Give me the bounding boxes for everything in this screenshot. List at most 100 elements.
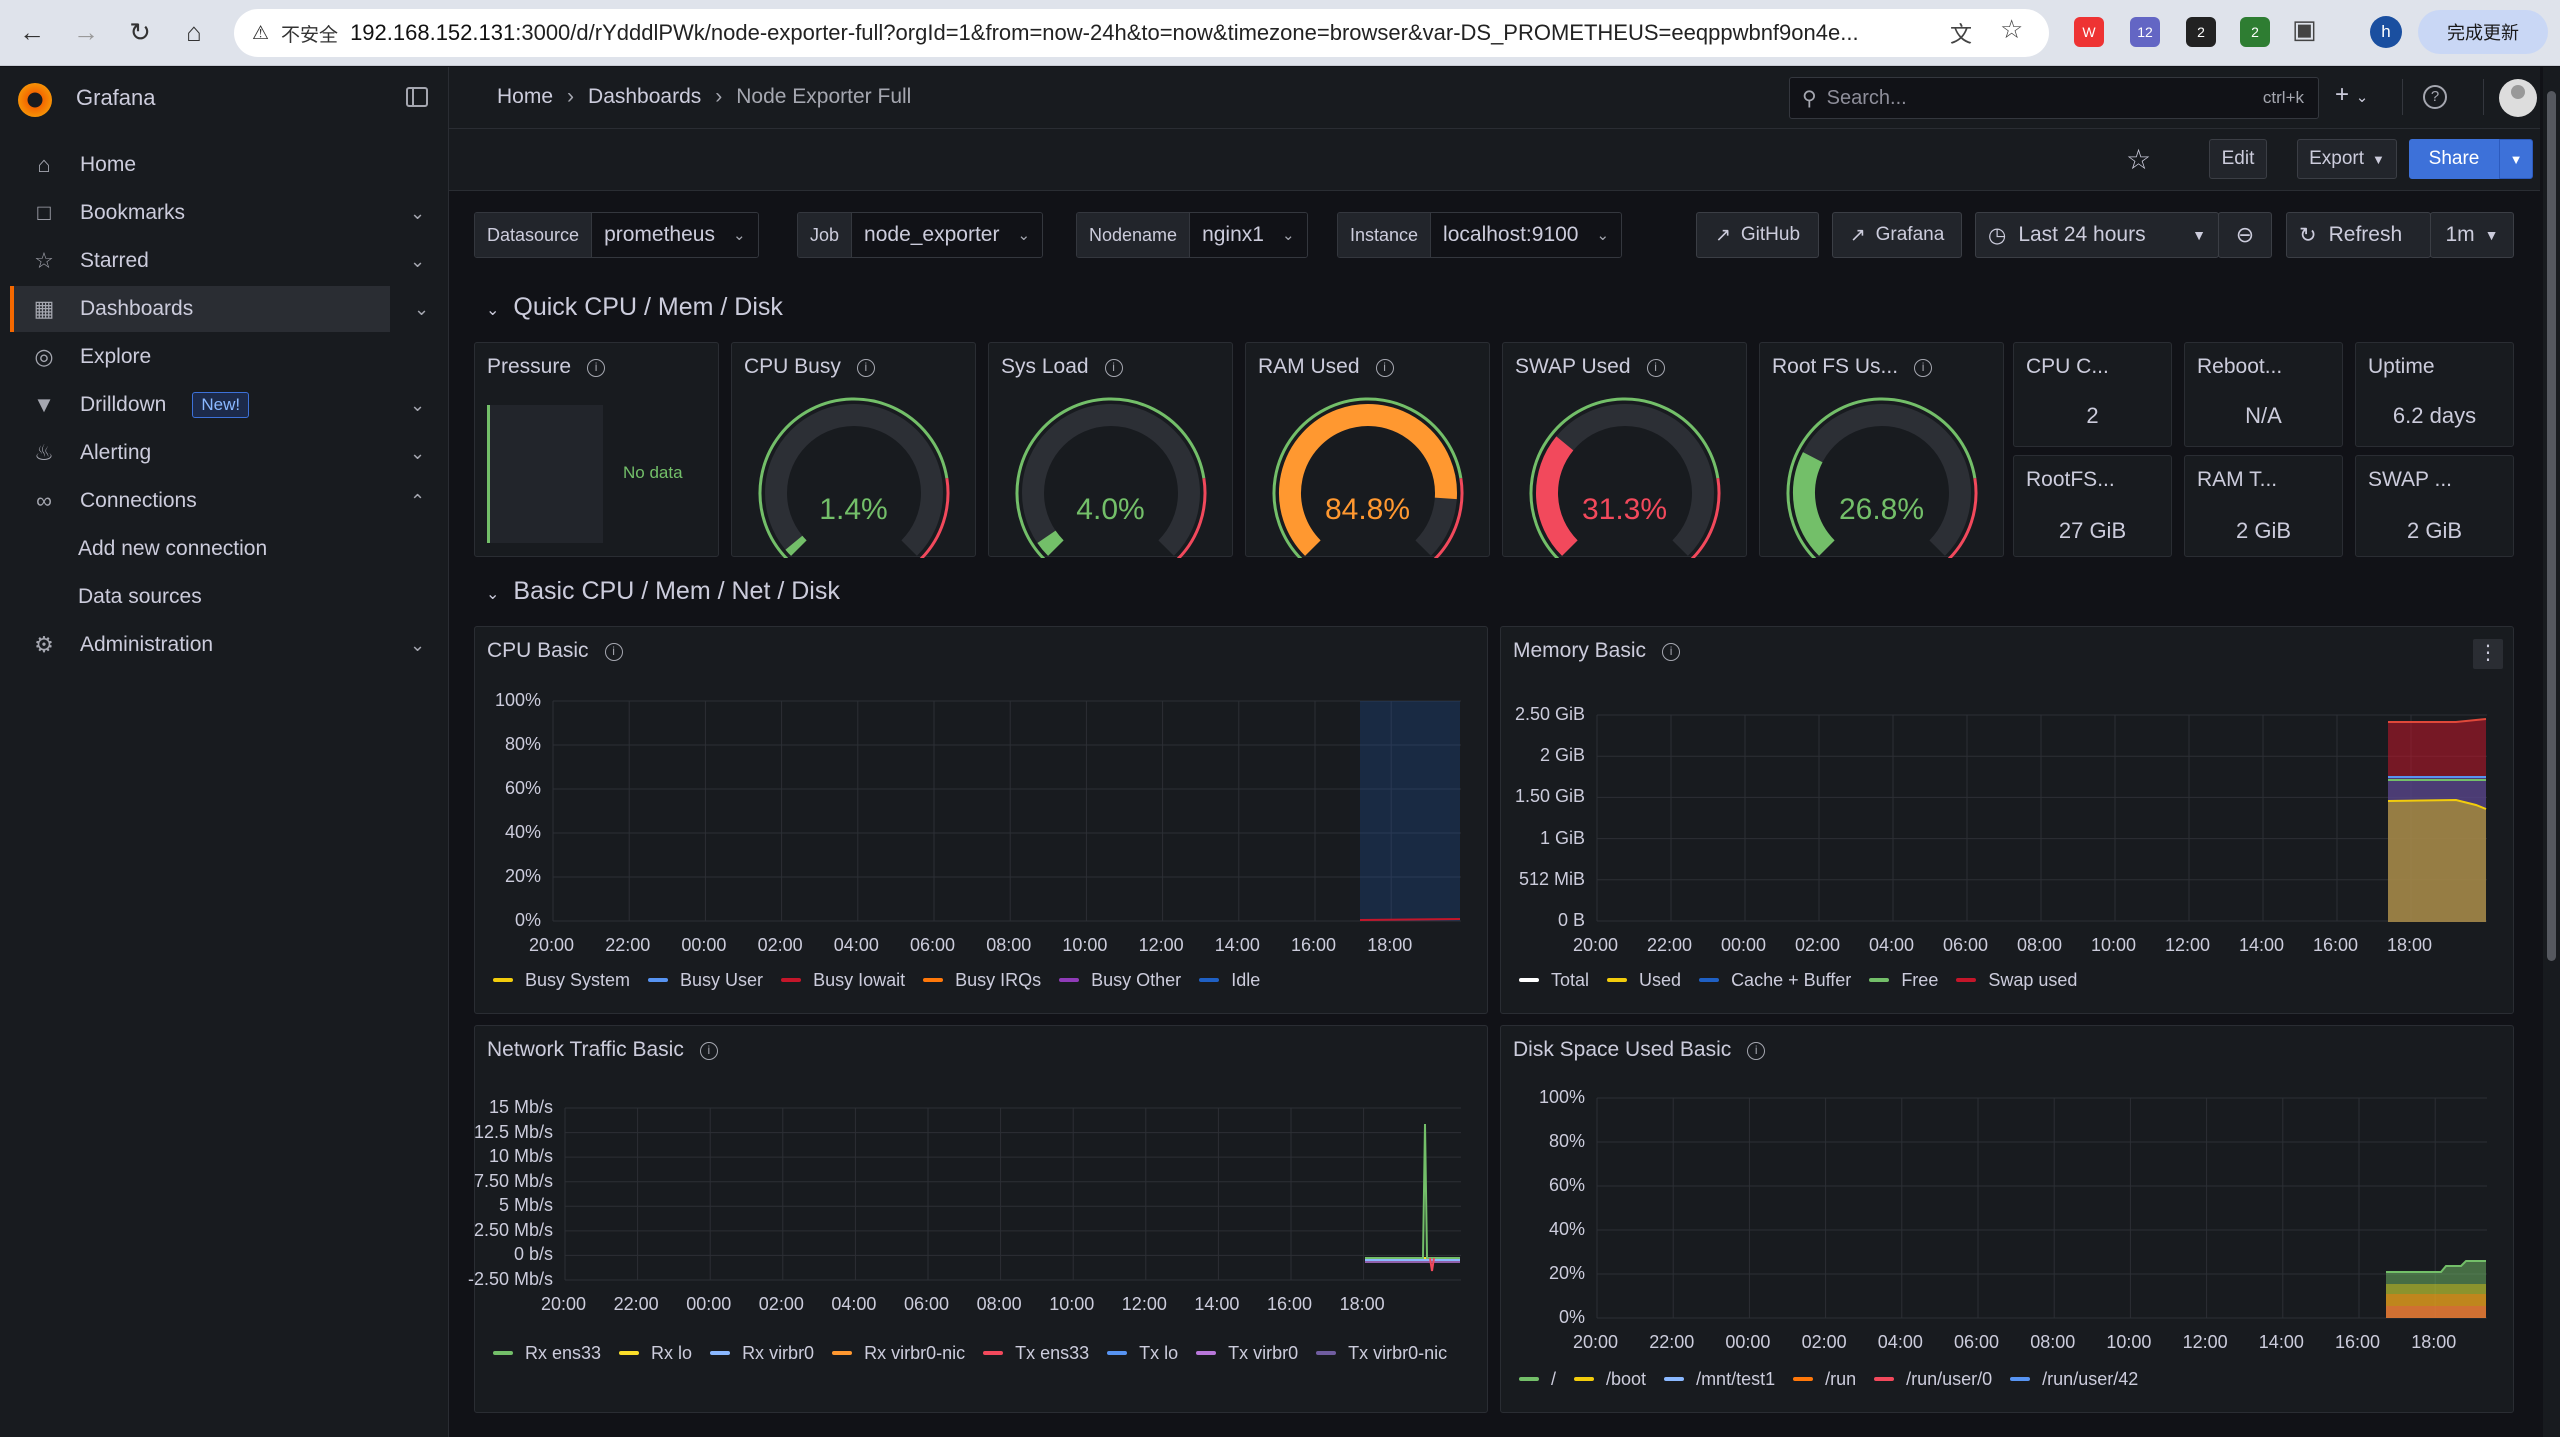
breadcrumb-home[interactable]: Home [497,85,553,109]
sidebar-subitem-data-sources[interactable]: Data sources [78,585,202,609]
chevron-up-icon[interactable]: ⌃ [410,491,425,512]
star-dashboard-icon[interactable]: ☆ [2126,143,2151,176]
sidebar-item-explore[interactable]: ◎ Explore [10,334,390,380]
reload-icon[interactable]: ↻ [122,14,158,50]
sidebar-item-starred[interactable]: ☆ Starred ⌄ [10,238,425,284]
extension-icon[interactable]: W [2074,17,2104,47]
variable-nodename[interactable]: Nodename nginx1 ⌄ [1076,212,1308,258]
share-dropdown-icon[interactable]: ▼ [2499,139,2533,179]
legend-item[interactable]: / [1519,1362,1556,1396]
legend-item[interactable]: Cache + Buffer [1699,963,1851,997]
panel-memory-basic[interactable]: Memory Basic i ⋮ Total Used Cache + Buffer F… [1500,626,2514,1014]
panel-rootfs-total[interactable]: RootFS... 27 GiB [2013,455,2172,557]
chevron-down-icon[interactable]: ⌄ [410,395,425,416]
share-button[interactable]: Share [2409,139,2499,179]
info-icon[interactable]: i [587,359,606,377]
legend-item[interactable]: Rx virbr0-nic [832,1336,965,1370]
legend-item[interactable]: Tx lo [1107,1336,1178,1370]
extension-icon[interactable]: 12 [2130,17,2160,47]
legend-item[interactable]: Tx virbr0 [1196,1336,1298,1370]
sidebar-item-alerting[interactable]: ♨ Alerting ⌄ [10,430,425,476]
panel-cpu-basic[interactable]: CPU Basic i Busy System Busy User Busy Iowa… [474,626,1488,1014]
panel-gauge[interactable]: RAM Used i 84.8% [1245,342,1490,558]
legend-item[interactable]: Tx ens33 [983,1336,1089,1370]
scrollbar-thumb[interactable] [2547,91,2556,961]
search-input[interactable]: ⚲ Search... ctrl+k [1789,77,2319,119]
chevron-down-icon[interactable]: ⌄ [410,635,425,656]
legend-item[interactable]: Used [1607,963,1681,997]
panel-reboot[interactable]: Reboot... N/A [2184,342,2343,447]
dock-menu-icon[interactable] [406,87,428,107]
breadcrumb-dashboards[interactable]: Dashboards [588,85,701,109]
panel-gauge[interactable]: SWAP Used i 31.3% [1502,342,1747,558]
forward-icon[interactable]: → [68,14,104,50]
sidebar-item-administration[interactable]: ⚙ Administration ⌄ [10,622,425,668]
user-avatar[interactable] [2499,79,2537,117]
panel-gauge[interactable]: Sys Load i 4.0% [988,342,1233,558]
panel-swap-total[interactable]: SWAP ... 2 GiB [2355,455,2514,557]
legend-item[interactable]: Busy IRQs [923,963,1041,997]
zoom-out-icon[interactable]: ⊖ [2218,212,2272,258]
sidebar-subitem-add-connection[interactable]: Add new connection [78,537,267,561]
puzzle-icon[interactable]: ▣ [2292,14,2317,45]
home-icon[interactable]: ⌂ [176,14,212,50]
variable-job[interactable]: Job node_exporter ⌄ [797,212,1044,258]
legend-item[interactable]: /run/user/42 [2010,1362,2138,1396]
legend-item[interactable]: /run/user/0 [1874,1362,1992,1396]
sidebar-item-bookmarks[interactable]: □ Bookmarks ⌄ [10,190,425,236]
legend-item[interactable]: Total [1519,963,1589,997]
legend-item[interactable]: Free [1869,963,1938,997]
legend-item[interactable]: Busy Iowait [781,963,905,997]
refresh-button[interactable]: ↻ Refresh [2286,212,2431,258]
chevron-down-icon[interactable]: ⌄ [410,443,425,464]
panel-uptime[interactable]: Uptime 6.2 days [2355,342,2514,447]
extension-icon[interactable]: 2 [2240,17,2270,47]
chevron-down-icon[interactable]: ⌄ [410,203,425,224]
export-button[interactable]: Export ▼ [2297,139,2397,179]
sidebar-item-home[interactable]: ⌂ Home [10,142,390,188]
legend-item[interactable]: /mnt/test1 [1664,1362,1775,1396]
legend-item[interactable]: /run [1793,1362,1856,1396]
sidebar-item-connections[interactable]: ∞ Connections ⌃ [10,478,425,524]
extension-icon[interactable]: 2 [2186,17,2216,47]
back-icon[interactable]: ← [14,14,50,50]
profile-avatar[interactable]: h [2370,16,2402,48]
legend-item[interactable]: /boot [1574,1362,1646,1396]
panel-disk-basic[interactable]: Disk Space Used Basic i //boot/mnt/test1/… [1500,1025,2514,1413]
grafana-link-button[interactable]: ↗ Grafana [1832,212,1962,258]
translate-icon[interactable]: 文 [1950,17,1972,49]
panel-gauge[interactable]: Root FS Us... i 26.8% [1759,342,2004,558]
update-button[interactable]: 完成更新 [2418,10,2548,54]
legend-item[interactable]: Tx virbr0-nic [1316,1336,1447,1370]
help-icon[interactable]: ? [2423,85,2447,109]
variable-instance[interactable]: Instance localhost:9100 ⌄ [1337,212,1623,258]
scrollbar-track[interactable] [2543,67,2560,1437]
chevron-down-icon[interactable]: ⌄ [414,299,429,320]
chevron-down-icon[interactable]: ⌄ [410,251,425,272]
legend-item[interactable]: Idle [1199,963,1260,997]
legend-item[interactable]: Busy System [493,963,630,997]
address-bar[interactable]: ⚠ 不安全 192.168.152.131 :3000/d/rYdddlPWk/… [234,9,2049,57]
legend-item[interactable]: Rx lo [619,1336,692,1370]
bookmark-star-icon[interactable]: ☆ [2000,14,2023,45]
panel-ram-total[interactable]: RAM T... 2 GiB [2184,455,2343,557]
edit-button[interactable]: Edit [2209,139,2267,179]
time-range-picker[interactable]: ◷ Last 24 hours ▼ [1975,212,2219,258]
refresh-interval-picker[interactable]: 1m ▼ [2430,212,2514,258]
legend-item[interactable]: Busy User [648,963,763,997]
add-icon[interactable]: + ⌄ [2335,81,2368,109]
legend-item[interactable]: Rx virbr0 [710,1336,814,1370]
legend-item[interactable]: Busy Other [1059,963,1181,997]
variable-datasource[interactable]: Datasource prometheus ⌄ [474,212,759,258]
panel-network-basic[interactable]: Network Traffic Basic i Rx ens33 Rx lo Rx v… [468,1025,1488,1413]
github-link-button[interactable]: ↗ GitHub [1696,212,1819,258]
panel-cpu-cores[interactable]: CPU C... 2 [2013,342,2172,447]
row-quick[interactable]: ⌄ Quick CPU / Mem / Disk [486,293,783,322]
row-basic[interactable]: ⌄ Basic CPU / Mem / Net / Disk [486,577,840,606]
legend-item[interactable]: Swap used [1956,963,2077,997]
sidebar-item-drilldown[interactable]: ▼ Drilldown New! ⌄ [10,382,425,428]
sidebar-item-dashboards[interactable]: ▦ Dashboards ⌄ [10,286,429,332]
grafana-logo[interactable] [18,83,52,117]
panel-gauge[interactable]: CPU Busy i 1.4% [731,342,976,558]
panel-pressure[interactable]: Pressure i No data [474,342,719,557]
